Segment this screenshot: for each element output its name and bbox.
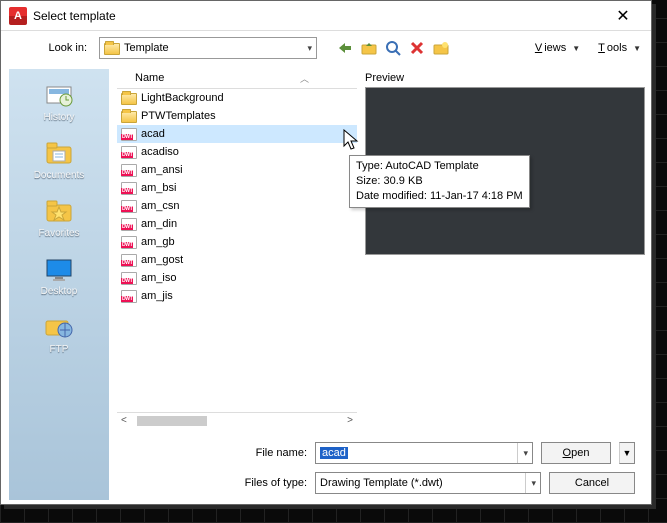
column-header-name[interactable]: Name ︿ (117, 69, 357, 89)
close-button[interactable]: ✕ (603, 6, 643, 26)
filename-value: acad (320, 447, 348, 459)
chevron-down-icon: ▼ (633, 44, 641, 53)
file-name: acad (141, 128, 165, 140)
file-name: acadiso (141, 146, 179, 158)
lookin-value: Template (124, 42, 169, 54)
tools-menu[interactable]: Tools▼ (596, 42, 643, 54)
sidebar-item-history[interactable]: History (9, 77, 109, 133)
folder-icon (104, 42, 120, 55)
file-row[interactable]: am_din (117, 215, 357, 233)
dwt-file-icon (121, 290, 137, 303)
file-tooltip: Type: AutoCAD Template Size: 30.9 KB Dat… (349, 155, 530, 208)
file-row[interactable]: am_bsi (117, 179, 357, 197)
file-name: LightBackground (141, 92, 224, 104)
chevron-down-icon[interactable]: ▾ (517, 443, 528, 463)
sidebar-item-favorites[interactable]: Favorites (9, 193, 109, 249)
sidebar-item-ftp[interactable]: FTP (9, 309, 109, 365)
up-folder-button[interactable] (359, 38, 379, 58)
window-title: Select template (33, 9, 603, 23)
chevron-down-icon[interactable]: ▾ (525, 473, 536, 493)
chevron-down-icon: ▾ (307, 43, 312, 54)
dwt-file-icon (121, 128, 137, 141)
file-name: am_jis (141, 290, 173, 302)
preview-label: Preview (365, 69, 645, 87)
desktop-icon (43, 255, 75, 283)
toolbar-buttons (335, 38, 451, 58)
new-folder-button[interactable] (431, 38, 451, 58)
folder-icon (121, 111, 137, 123)
file-row[interactable]: am_gost (117, 251, 357, 269)
filename-label: File name: (117, 447, 307, 459)
file-row[interactable]: am_csn (117, 197, 357, 215)
preview-panel: Preview (365, 69, 645, 428)
chevron-down-icon: ▼ (572, 44, 580, 53)
bottom-form: File name: acad ▾ Open ▼ Files of type: … (117, 428, 645, 504)
sort-indicator-icon: ︿ (300, 72, 349, 85)
file-list[interactable]: LightBackground PTWTemplates acad acadiso am… (117, 89, 357, 408)
dwt-file-icon (121, 200, 137, 213)
tooltip-size: Size: 30.9 KB (356, 174, 523, 189)
file-row[interactable]: am_iso (117, 269, 357, 287)
file-row[interactable]: acadiso (117, 143, 357, 161)
sidebar-item-documents[interactable]: Documents (9, 135, 109, 191)
file-row[interactable]: am_jis (117, 287, 357, 305)
file-row[interactable]: am_gb (117, 233, 357, 251)
file-name: am_din (141, 218, 177, 230)
places-sidebar: History Documents Favorites Desktop FTP (9, 69, 109, 500)
dwt-file-icon (121, 272, 137, 285)
file-name: am_bsi (141, 182, 176, 194)
file-name: am_gost (141, 254, 183, 266)
dwt-file-icon (121, 146, 137, 159)
folder-icon (121, 93, 137, 105)
file-row[interactable]: PTWTemplates (117, 107, 357, 125)
delete-button[interactable] (407, 38, 427, 58)
select-template-dialog: A Select template ✕ Look in: Template ▾ … (0, 0, 652, 505)
scroll-thumb[interactable] (137, 416, 207, 426)
ftp-icon (43, 313, 75, 341)
file-row[interactable]: LightBackground (117, 89, 357, 107)
file-name: am_csn (141, 200, 180, 212)
back-button[interactable] (335, 38, 355, 58)
history-icon (43, 81, 75, 109)
toolbar: Look in: Template ▾ Views▼ Tools▼ (1, 31, 651, 65)
file-name: am_ansi (141, 164, 183, 176)
scroll-left-icon[interactable]: < (121, 415, 127, 426)
sidebar-item-desktop[interactable]: Desktop (9, 251, 109, 307)
views-menu[interactable]: Views▼ (533, 42, 582, 54)
lookin-combo[interactable]: Template ▾ (99, 37, 317, 59)
file-name: am_iso (141, 272, 176, 284)
dwt-file-icon (121, 236, 137, 249)
dwt-file-icon (121, 164, 137, 177)
file-list-panel: Name ︿ LightBackground PTWTemplates acad ac… (117, 69, 357, 428)
file-name: am_gb (141, 236, 175, 248)
favorites-icon (43, 197, 75, 225)
dwt-file-icon (121, 254, 137, 267)
filetype-label: Files of type: (117, 477, 307, 489)
file-name: PTWTemplates (141, 110, 216, 122)
dwt-file-icon (121, 218, 137, 231)
autocad-app-icon: A (9, 7, 27, 25)
titlebar: A Select template ✕ (1, 1, 651, 31)
file-row[interactable]: acad (117, 125, 357, 143)
cancel-button[interactable]: Cancel (549, 472, 635, 494)
scroll-right-icon[interactable]: > (347, 415, 353, 426)
filename-input[interactable]: acad ▾ (315, 442, 533, 464)
tooltip-date: Date modified: 11-Jan-17 4:18 PM (356, 189, 523, 204)
dwt-file-icon (121, 182, 137, 195)
filetype-combo[interactable]: Drawing Template (*.dwt) ▾ (315, 472, 541, 494)
open-button[interactable]: Open (541, 442, 611, 464)
tooltip-type: Type: AutoCAD Template (356, 159, 523, 174)
file-row[interactable]: am_ansi (117, 161, 357, 179)
search-web-button[interactable] (383, 38, 403, 58)
lookin-label: Look in: (9, 42, 93, 54)
open-dropdown[interactable]: ▼ (619, 442, 635, 464)
horizontal-scrollbar[interactable]: < > (117, 412, 357, 428)
documents-icon (43, 139, 75, 167)
filetype-value: Drawing Template (*.dwt) (320, 477, 443, 489)
